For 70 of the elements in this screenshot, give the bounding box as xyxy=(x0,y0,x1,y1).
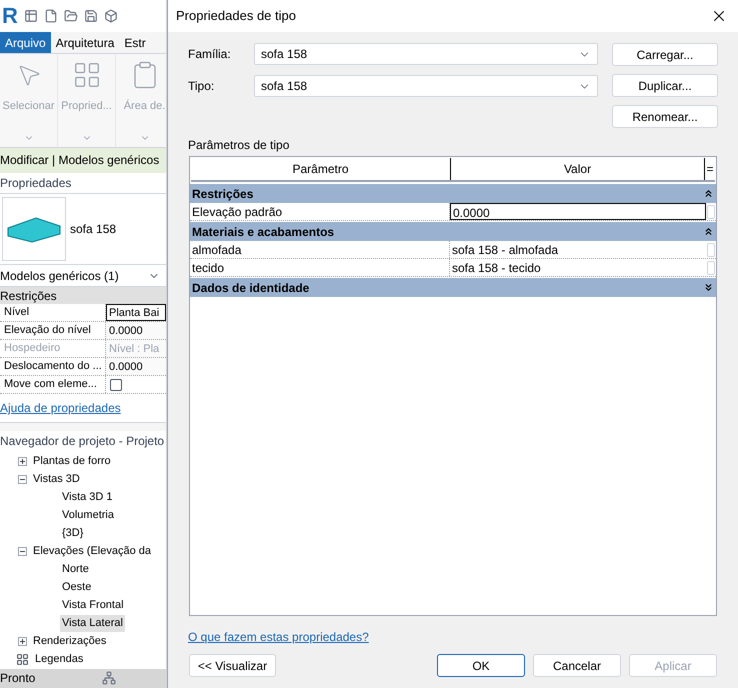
tree-item[interactable]: Vista 3D 1 xyxy=(60,489,115,506)
cube-icon[interactable] xyxy=(104,9,118,23)
table-cell: tecido xyxy=(190,259,450,276)
preview-button[interactable]: << Visualizar xyxy=(189,654,276,677)
collapse-icon[interactable] xyxy=(18,475,27,484)
network-icon xyxy=(102,671,116,686)
dialog-button[interactable]: Renomear... xyxy=(612,105,718,128)
tree-item[interactable]: Renderizações xyxy=(29,633,106,650)
ribbon-tab[interactable]: Arquivo xyxy=(0,32,51,54)
status-text: Pronto xyxy=(0,670,36,688)
property-value[interactable]: Planta Bai xyxy=(106,304,166,322)
property-value[interactable]: 0.0000 xyxy=(106,358,166,376)
window-title: Propriedades de tipo xyxy=(176,7,296,26)
table-cell[interactable]: 0.0000 xyxy=(450,203,706,220)
tree-item[interactable]: Legendas xyxy=(35,651,84,668)
tree-item[interactable]: Vista Frontal xyxy=(60,597,126,614)
open-folder-icon[interactable] xyxy=(64,9,78,23)
collapse-icon[interactable] xyxy=(18,547,27,556)
dropdown-field[interactable]: sofa 158 xyxy=(254,75,598,97)
field-label: Tipo: xyxy=(188,78,216,95)
checkbox[interactable] xyxy=(110,378,122,391)
cell-button[interactable] xyxy=(707,260,715,274)
ribbon-tab[interactable]: Estr xyxy=(119,32,151,54)
field-label: Família: xyxy=(188,46,232,63)
section-label: Parâmetros de tipo xyxy=(187,138,290,152)
table-icon[interactable] xyxy=(24,9,38,23)
dropdown-field[interactable]: sofa 158 xyxy=(254,43,598,65)
tree-item[interactable]: {3D} xyxy=(60,525,86,542)
expand-icon[interactable] xyxy=(18,457,27,466)
new-file-icon[interactable] xyxy=(44,9,58,23)
table-cell: almofada xyxy=(190,241,450,258)
panel-title: Navegador de projeto - Projeto xyxy=(0,431,166,451)
help-link[interactable]: O que fazem estas propriedades? xyxy=(188,630,369,644)
tree-item[interactable]: Volumetria xyxy=(60,507,116,524)
property-label: Move com eleme... xyxy=(0,376,106,394)
cell-button[interactable] xyxy=(707,204,715,218)
group-header[interactable]: Materiais e acabamentos xyxy=(190,222,716,241)
category-dropdown[interactable]: Modelos genéricos (1) xyxy=(0,264,166,288)
legend-icon xyxy=(16,653,29,666)
expand-icon[interactable] xyxy=(703,282,714,293)
collapse-icon[interactable] xyxy=(703,226,714,237)
dialog-button[interactable]: Carregar... xyxy=(612,43,718,66)
dialog-button[interactable]: OK xyxy=(437,654,525,677)
column-header[interactable]: Valor xyxy=(451,158,705,180)
ribbon-tab[interactable]: Arquitetura xyxy=(50,32,120,54)
tree-item[interactable]: Plantas de forro xyxy=(29,453,111,470)
property-value[interactable]: 0.0000 xyxy=(106,322,166,340)
tree-item[interactable]: Oeste xyxy=(60,579,94,596)
tree-item[interactable]: Elevações (Elevação da xyxy=(29,543,152,560)
table-cell[interactable]: sofa 158 - almofada xyxy=(450,241,706,258)
tree-item[interactable]: Norte xyxy=(60,561,91,578)
tree-item[interactable]: Vista Lateral xyxy=(60,615,125,632)
tree-item[interactable]: Vistas 3D xyxy=(29,471,80,488)
table-cell: Elevação padrão xyxy=(190,203,450,220)
type-name: sofa 158 xyxy=(70,221,116,238)
column-header[interactable]: = xyxy=(705,158,715,180)
expand-icon[interactable] xyxy=(18,637,27,646)
save-icon[interactable] xyxy=(84,9,98,23)
context-bar: Modificar | Modelos genéricos xyxy=(0,148,166,173)
dialog-button[interactable]: Duplicar... xyxy=(612,74,718,97)
group-header[interactable]: Restrições xyxy=(190,184,716,203)
group-header: Restrições xyxy=(0,287,166,304)
app-logo[interactable]: R xyxy=(2,5,18,27)
cell-button[interactable] xyxy=(707,242,715,256)
group-header[interactable]: Dados de identidade xyxy=(190,278,716,297)
table-cell[interactable]: sofa 158 - tecido xyxy=(450,259,706,276)
collapse-icon[interactable] xyxy=(703,188,714,199)
panel-title: Propriedades xyxy=(0,172,166,194)
column-header[interactable]: Parâmetro xyxy=(191,158,451,180)
dialog-button[interactable]: Cancelar xyxy=(533,654,621,677)
